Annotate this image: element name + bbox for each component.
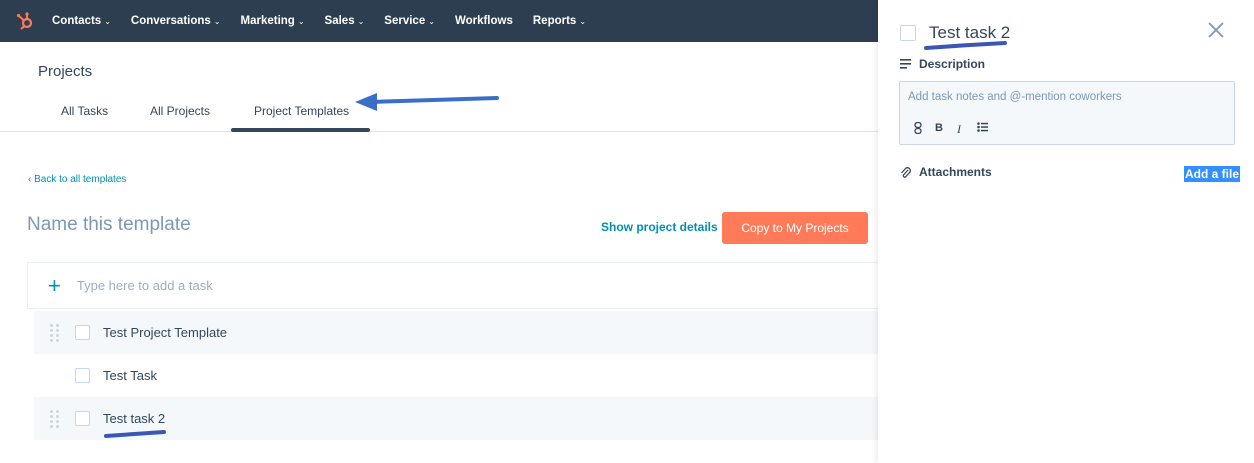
chevron-down-icon: ⌄ bbox=[104, 16, 111, 26]
task-label: Test task 2 bbox=[103, 411, 166, 426]
nav-marketing[interactable]: Marketing ⌄ bbox=[241, 15, 305, 27]
link-icon[interactable] bbox=[914, 121, 922, 137]
task-label: Test Project Template bbox=[103, 325, 228, 340]
tab-all-tasks[interactable]: All Tasks bbox=[61, 104, 108, 118]
plus-icon[interactable]: + bbox=[48, 274, 61, 297]
active-tab-indicator bbox=[231, 128, 370, 132]
chevron-down-icon: ⌄ bbox=[579, 16, 587, 26]
task-checkbox[interactable] bbox=[75, 368, 90, 383]
nav-workflows-label: Workflows bbox=[454, 15, 513, 27]
nav-service[interactable]: Service ⌄ bbox=[384, 15, 435, 27]
template-name-field[interactable]: Name this template bbox=[27, 214, 191, 236]
bold-icon[interactable]: B bbox=[935, 122, 943, 134]
nav-reports-label: Reports bbox=[532, 15, 577, 27]
chevron-down-icon: ⌄ bbox=[357, 16, 365, 26]
hubspot-logo-icon[interactable] bbox=[14, 10, 36, 32]
nav-service-label: Service bbox=[384, 15, 426, 27]
tab-project-templates[interactable]: Project Templates bbox=[254, 104, 349, 118]
nav-contacts-label: Contacts bbox=[52, 15, 102, 27]
add-task-input[interactable] bbox=[76, 278, 677, 293]
task-checkbox[interactable] bbox=[75, 325, 90, 340]
text-lines-icon bbox=[900, 59, 911, 69]
task-checkbox[interactable] bbox=[75, 411, 90, 426]
top-navigation: Contacts ⌄ Conversations ⌄ Marketing ⌄ Sale… bbox=[0, 0, 878, 42]
nav-conversations[interactable]: Conversations ⌄ bbox=[131, 15, 221, 27]
task-row[interactable]: Test task 2 bbox=[34, 397, 878, 440]
chevron-down-icon: ⌄ bbox=[428, 16, 435, 26]
description-label: Description bbox=[919, 57, 986, 71]
description-placeholder: Add task notes and @-mention coworkers bbox=[908, 91, 1122, 103]
show-project-details-link[interactable]: Show project details bbox=[601, 220, 718, 234]
description-header: Description bbox=[900, 57, 985, 71]
drag-handle-icon[interactable] bbox=[50, 409, 60, 428]
description-editor[interactable]: Add task notes and @-mention coworkers B… bbox=[899, 81, 1235, 145]
tab-all-projects[interactable]: All Projects bbox=[150, 104, 210, 118]
nav-workflows[interactable]: Workflows bbox=[455, 15, 513, 27]
task-row[interactable]: Test Task bbox=[34, 354, 878, 397]
chevron-down-icon: ⌄ bbox=[297, 16, 305, 26]
nav-conversations-label: Conversations bbox=[130, 15, 211, 27]
add-task-row: + bbox=[27, 262, 878, 309]
task-complete-checkbox[interactable] bbox=[900, 25, 916, 41]
task-label: Test Task bbox=[103, 368, 157, 383]
add-file-link[interactable]: Add a file bbox=[1184, 166, 1241, 182]
attachments-label: Attachments bbox=[919, 165, 992, 179]
task-detail-panel: Test task 2 Description Add task notes a… bbox=[878, 0, 1254, 463]
bulleted-list-icon[interactable] bbox=[977, 122, 988, 135]
copy-to-my-projects-button[interactable]: Copy to My Projects bbox=[722, 212, 868, 244]
nav-reports[interactable]: Reports ⌄ bbox=[533, 15, 586, 27]
italic-icon[interactable]: I bbox=[957, 122, 961, 137]
task-row[interactable]: Test Project Template bbox=[34, 311, 878, 354]
drag-handle-icon[interactable] bbox=[50, 323, 60, 342]
tab-bar: All Tasks All Projects Project Templates bbox=[0, 98, 878, 132]
close-icon[interactable] bbox=[1206, 20, 1226, 40]
attachments-header: Attachments bbox=[900, 165, 992, 179]
nav-marketing-label: Marketing bbox=[240, 15, 295, 27]
nav-contacts[interactable]: Contacts ⌄ bbox=[52, 15, 111, 27]
chevron-down-icon: ⌄ bbox=[213, 16, 221, 26]
back-to-templates-link[interactable]: ‹ Back to all templates bbox=[28, 174, 126, 185]
task-title[interactable]: Test task 2 bbox=[929, 23, 1010, 43]
paperclip-icon bbox=[901, 166, 911, 178]
nav-sales[interactable]: Sales ⌄ bbox=[325, 15, 365, 27]
nav-sales-label: Sales bbox=[324, 15, 355, 27]
page-title: Projects bbox=[38, 63, 93, 80]
